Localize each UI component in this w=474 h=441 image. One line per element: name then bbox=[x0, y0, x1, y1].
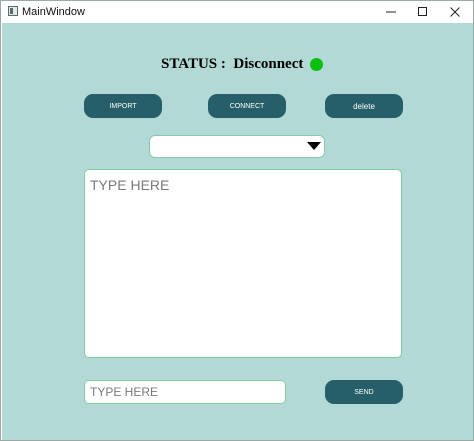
status-row: STATUS : Disconnect bbox=[161, 54, 324, 74]
status-indicator bbox=[310, 57, 324, 71]
main-window: MainWindow STATUS : Disconnect IMPORT CO… bbox=[0, 0, 474, 441]
message-input-placeholder: TYPE HERE bbox=[90, 385, 159, 399]
connect-button[interactable]: CONNECT bbox=[208, 94, 286, 118]
window-title: MainWindow bbox=[22, 6, 85, 18]
dropdown-arrow-icon bbox=[307, 142, 321, 150]
delete-button[interactable]: delete bbox=[325, 94, 403, 118]
minimize-button[interactable] bbox=[373, 1, 409, 23]
close-icon bbox=[450, 7, 460, 17]
app-window-icon bbox=[8, 6, 18, 16]
port-select[interactable] bbox=[149, 135, 325, 158]
send-button[interactable]: SEND bbox=[325, 380, 403, 404]
title-bar[interactable]: MainWindow bbox=[1, 1, 473, 23]
close-button[interactable] bbox=[437, 1, 473, 23]
maximize-button[interactable] bbox=[405, 1, 441, 23]
maximize-icon bbox=[418, 7, 427, 16]
minimize-icon bbox=[386, 11, 396, 13]
message-log-area[interactable]: TYPE HERE bbox=[84, 169, 402, 358]
import-button[interactable]: IMPORT bbox=[84, 94, 162, 118]
client-area: STATUS : Disconnect IMPORT CONNECT delet… bbox=[2, 23, 473, 440]
status-label: STATUS : Disconnect bbox=[161, 55, 304, 72]
message-log-placeholder: TYPE HERE bbox=[90, 177, 170, 193]
message-input[interactable]: TYPE HERE bbox=[84, 380, 286, 404]
